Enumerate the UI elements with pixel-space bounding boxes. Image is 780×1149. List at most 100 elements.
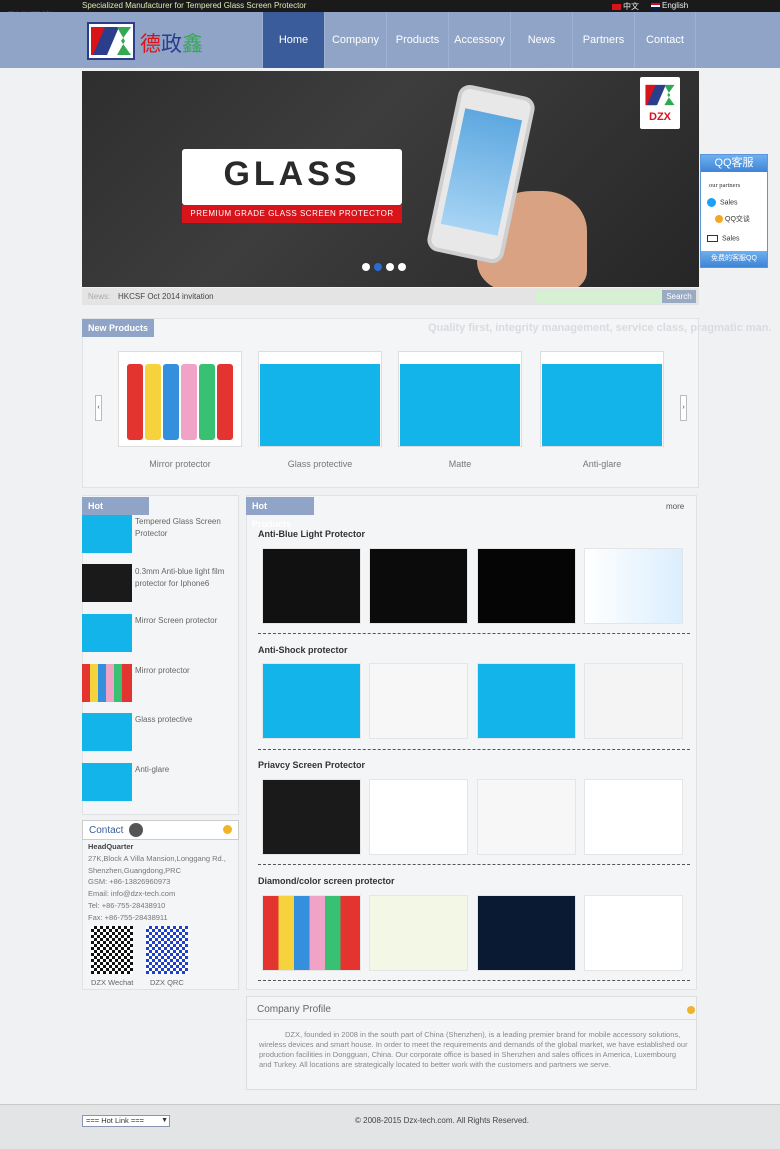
copyright-text: © 2008-2015 Dzx-tech.com. All Rights Res… bbox=[355, 1116, 529, 1125]
product-image-glass[interactable] bbox=[258, 351, 382, 447]
product-caption[interactable]: Anti-glare bbox=[540, 459, 664, 469]
hot-products-main-tab: Hot Products bbox=[246, 497, 314, 529]
colorful-phones-image bbox=[127, 364, 233, 440]
hot-item-thumb[interactable] bbox=[82, 763, 132, 801]
section-title[interactable]: Diamond/color screen protector bbox=[258, 876, 395, 886]
hot-item-title[interactable]: Glass protective bbox=[135, 714, 235, 726]
product-thumb[interactable] bbox=[369, 779, 468, 855]
hot-item-thumb[interactable] bbox=[82, 664, 132, 702]
hq-label: HeadQuarter bbox=[88, 842, 134, 851]
nav-news[interactable]: News bbox=[510, 12, 572, 68]
nav-products[interactable]: Products bbox=[386, 12, 448, 68]
hero-banner[interactable]: GLASS PREMIUM GRADE GLASS SCREEN PROTECT… bbox=[82, 71, 699, 287]
nav-company[interactable]: Company bbox=[324, 12, 386, 68]
gear-icon bbox=[223, 825, 232, 834]
news-ticker-item[interactable]: HKCSF Oct 2014 invitation bbox=[118, 292, 214, 301]
qq-footer-button[interactable]: 免费的客服QQ bbox=[701, 251, 767, 267]
email-link[interactable]: Email: info@dzx-tech.com bbox=[88, 889, 175, 898]
product-caption[interactable]: Glass protective bbox=[258, 459, 382, 469]
product-thumb[interactable] bbox=[369, 895, 468, 971]
product-thumb[interactable] bbox=[584, 779, 683, 855]
qq-title: QQ客服 bbox=[701, 155, 767, 172]
wechat-qr-code bbox=[91, 926, 133, 974]
product-thumb[interactable] bbox=[262, 548, 361, 624]
profile-title[interactable]: Company Profile bbox=[257, 1004, 331, 1015]
product-thumb[interactable] bbox=[584, 548, 683, 624]
section-title[interactable]: Anti-Blue Light Protector bbox=[258, 529, 365, 539]
banner-logo-text: DZX bbox=[649, 111, 671, 123]
carousel-next-button[interactable]: › bbox=[680, 395, 687, 421]
news-label: News: bbox=[88, 292, 111, 301]
nav-partners[interactable]: Partners bbox=[572, 12, 634, 68]
product-image-antiglare[interactable] bbox=[540, 351, 664, 447]
slide-dot-4[interactable] bbox=[398, 263, 406, 271]
hot-item-thumb[interactable] bbox=[82, 713, 132, 751]
qq-sales-1[interactable]: Sales bbox=[707, 198, 738, 207]
contact-header: Contact bbox=[82, 820, 239, 840]
lang-cn-label: 中文 bbox=[623, 2, 639, 11]
product-thumb[interactable] bbox=[477, 779, 576, 855]
top-bar: Specialized Manufacturer for Tempered Gl… bbox=[0, 0, 780, 12]
hot-item-thumb[interactable] bbox=[82, 564, 132, 602]
product-thumb[interactable] bbox=[584, 895, 683, 971]
product-caption[interactable]: Matte bbox=[398, 459, 522, 469]
product-thumb[interactable] bbox=[584, 663, 683, 739]
dzx-logo-icon bbox=[91, 27, 131, 55]
product-image-matte[interactable] bbox=[398, 351, 522, 447]
gear-icon bbox=[687, 1006, 695, 1014]
brand-name: 德政鑫 bbox=[140, 32, 203, 56]
hot-item-thumb[interactable] bbox=[82, 515, 132, 553]
product-thumb[interactable] bbox=[477, 895, 576, 971]
hot-item-title[interactable]: Anti-glare bbox=[135, 764, 235, 776]
hot-item-thumb[interactable] bbox=[82, 614, 132, 652]
skype-icon bbox=[707, 198, 716, 207]
slogan: Specialized Manufacturer for Tempered Gl… bbox=[82, 1, 307, 10]
lang-cn-link[interactable]: 中文 bbox=[612, 1, 639, 12]
product-thumb[interactable] bbox=[369, 548, 468, 624]
qq-talk-button[interactable]: QQ交谈 bbox=[715, 214, 750, 224]
qq-sales-1-label: Sales bbox=[720, 199, 738, 207]
lang-en-link[interactable]: English bbox=[651, 1, 688, 10]
search-input[interactable] bbox=[535, 290, 662, 303]
product-image-mirror[interactable] bbox=[118, 351, 242, 447]
section-title[interactable]: Anti-Shock protector bbox=[258, 645, 348, 655]
nav-contact[interactable]: Contact bbox=[634, 12, 696, 68]
more-link[interactable]: more bbox=[666, 502, 684, 511]
product-thumb[interactable] bbox=[477, 663, 576, 739]
slide-dot-3[interactable] bbox=[386, 263, 394, 271]
qq-sales-2[interactable]: Sales bbox=[707, 235, 740, 242]
hot-item-title[interactable]: Mirror protector bbox=[135, 665, 235, 677]
nav-accessory[interactable]: Accessory bbox=[448, 12, 510, 68]
product-thumb[interactable] bbox=[477, 548, 576, 624]
hot-item-title[interactable]: Mirror Screen protector bbox=[135, 615, 235, 627]
uk-flag-icon bbox=[651, 2, 660, 9]
product-thumb[interactable] bbox=[262, 895, 361, 971]
divider bbox=[258, 980, 690, 981]
product-caption[interactable]: Mirror protector bbox=[118, 459, 242, 469]
hot-link-select[interactable]: === Hot Link === ▼ bbox=[82, 1115, 170, 1127]
hot-item-title[interactable]: Tempered Glass Screen Protector bbox=[135, 516, 235, 540]
chevron-down-icon: ▼ bbox=[161, 1117, 168, 1124]
banner-logo-icon bbox=[645, 84, 675, 106]
banner-headline: GLASS bbox=[223, 155, 361, 193]
slide-dots bbox=[362, 263, 406, 271]
fax-text: Fax: +86-755-28438911 bbox=[88, 913, 168, 922]
slide-dot-1[interactable] bbox=[362, 263, 370, 271]
product-thumb[interactable] bbox=[369, 663, 468, 739]
slide-dot-2[interactable] bbox=[374, 263, 382, 271]
hot-item-title[interactable]: 0.3mm Anti-blue light film protector for… bbox=[135, 566, 235, 590]
nav-home[interactable]: Home bbox=[262, 12, 324, 68]
divider bbox=[258, 749, 690, 750]
divider bbox=[258, 633, 690, 634]
hot-link-label: === Hot Link === bbox=[86, 1116, 144, 1125]
product-thumb[interactable] bbox=[262, 663, 361, 739]
dzx-logo[interactable] bbox=[87, 22, 135, 60]
mail-icon bbox=[707, 235, 718, 242]
qr1-caption: DZX Wechat bbox=[91, 978, 134, 987]
company-profile: Company Profile DZX, founded in 2008 in … bbox=[246, 996, 697, 1090]
carousel-prev-button[interactable]: ‹ bbox=[95, 395, 102, 421]
divider bbox=[258, 864, 690, 865]
section-title[interactable]: Priavcy Screen Protector bbox=[258, 760, 365, 770]
product-thumb[interactable] bbox=[262, 779, 361, 855]
search-button[interactable]: Search bbox=[662, 290, 696, 303]
